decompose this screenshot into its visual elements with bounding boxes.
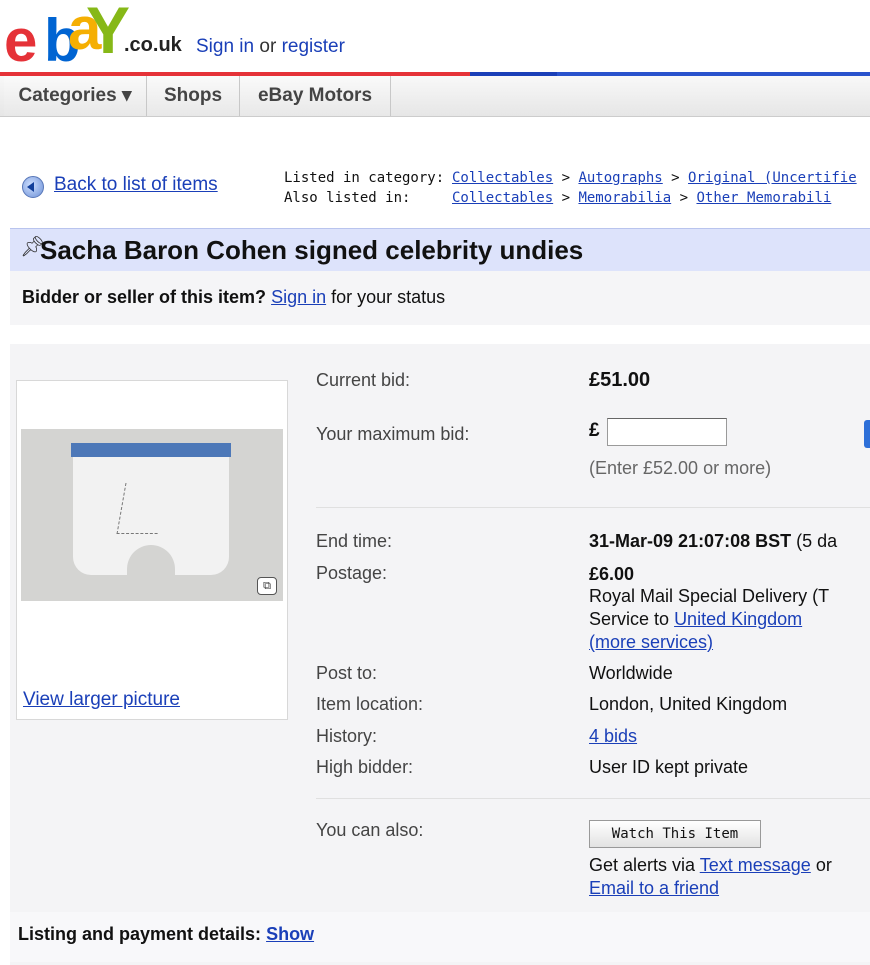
category-breadcrumbs: Listed in category: Collectables > Autogr… [284,168,857,208]
item-photo[interactable]: ⧉ [21,429,283,601]
current-bid-label: Current bid: [316,370,411,390]
category-link[interactable]: Autographs [578,170,662,186]
also-listed-row: Also listed in: Collectables > Memorabili… [284,188,857,208]
tab-shops[interactable]: Shops [147,76,240,116]
also-listed-label: Also listed in: [284,190,411,206]
service-to-label: Service to [589,609,670,629]
listing-details-label: Listing and payment details: [18,924,262,944]
listed-in-row: Listed in category: Collectables > Autogr… [284,168,857,188]
you-can-also-label: You can also: [316,820,424,840]
end-time-date: 31-Mar-09 21:07:08 BST [589,531,792,551]
item-photo-box: ⧉ View larger picture [16,380,288,720]
underwear-image [71,443,231,581]
history-label: History: [316,726,378,746]
sign-in-area: Sign in or register [196,36,345,58]
high-bidder-label: High bidder: [316,757,414,777]
bid-history-link[interactable]: 4 bids [589,726,637,747]
text-message-link[interactable]: Text message [700,855,811,875]
item-location-value: London, United Kingdom [589,694,788,714]
category-link[interactable]: Collectables [452,170,553,186]
post-to-value: Worldwide [589,663,673,683]
status-suffix: for your status [331,287,446,307]
sign-in-link[interactable]: Sign in [196,36,254,57]
or-text: or [254,36,282,57]
end-time-remaining: (5 da [796,531,838,551]
currency-symbol: £ [589,420,600,441]
alerts-text: Get alerts via Text message or [589,855,832,876]
category-link[interactable]: Original (Uncertifie [688,170,857,186]
listing-details-bar: Listing and payment details: Show [10,912,870,962]
listed-in-label: Listed in category: [284,170,445,186]
bidder-status-text: Bidder or seller of this item? Sign in f… [22,287,445,308]
breadcrumb-separator: > [662,170,689,186]
back-arrow-icon [22,176,44,198]
listing-details: Listing and payment details: Show [18,924,314,945]
postage-price: £6.00 [589,564,635,584]
breadcrumb-separator: > [553,170,579,186]
breadcrumb-separator: > [553,190,579,206]
register-link[interactable]: register [282,36,345,57]
end-time-label: End time: [316,531,393,551]
alerts-suffix: or [815,855,832,875]
service-to: Service to United Kingdom [589,609,802,630]
back-to-list-link[interactable]: Back to list of items [54,174,218,196]
enlarge-icon[interactable]: ⧉ [257,577,277,595]
postage-label: Postage: [316,563,388,583]
category-link[interactable]: Memorabilia [578,190,671,206]
divider [316,798,870,799]
max-bid-label: Your maximum bid: [316,424,470,444]
divider [316,507,870,508]
item-title-bar: 📌︎ Sacha Baron Cohen signed celebrity un… [10,228,870,271]
watch-item-button[interactable]: Watch This Item [589,820,761,848]
end-time-value: 31-Mar-09 21:07:08 BST (5 da [589,531,837,552]
postage-service: Royal Mail Special Delivery (T [589,586,830,606]
status-sign-in-link[interactable]: Sign in [271,287,326,307]
high-bidder-value: User ID kept private [589,757,749,777]
bidder-status-bar: Bidder or seller of this item? Sign in f… [10,271,870,325]
more-services-link[interactable]: (more services) [589,632,713,653]
post-to-label: Post to: [316,663,378,683]
email-friend-link[interactable]: Email to a friend [589,878,719,899]
show-details-link[interactable]: Show [266,924,314,944]
service-country-link[interactable]: United Kingdom [674,609,802,629]
item-location-label: Item location: [316,694,424,714]
tab-ebay-motors[interactable]: eBay Motors [240,76,391,116]
alerts-prefix: Get alerts via [589,855,696,875]
site-domain: .co.uk [124,34,182,56]
tab-categories[interactable]: Categories ▾ [4,76,147,116]
bid-hint: (Enter £52.00 or more) [589,458,772,478]
current-bid-value: £51.00 [589,369,651,391]
view-larger-picture-link[interactable]: View larger picture [23,689,180,711]
item-title: Sacha Baron Cohen signed celebrity undie… [40,235,584,265]
status-prefix: Bidder or seller of this item? [22,287,267,307]
max-bid-input[interactable] [607,418,727,446]
place-bid-button[interactable] [864,420,870,448]
breadcrumb-separator: > [671,190,697,206]
category-link[interactable]: Other Memorabili [696,190,831,206]
nav-bar: Categories ▾ Shops eBay Motors [0,76,870,117]
ebay-logo[interactable]: e b a Y [4,0,130,74]
category-link[interactable]: Collectables [452,190,553,206]
